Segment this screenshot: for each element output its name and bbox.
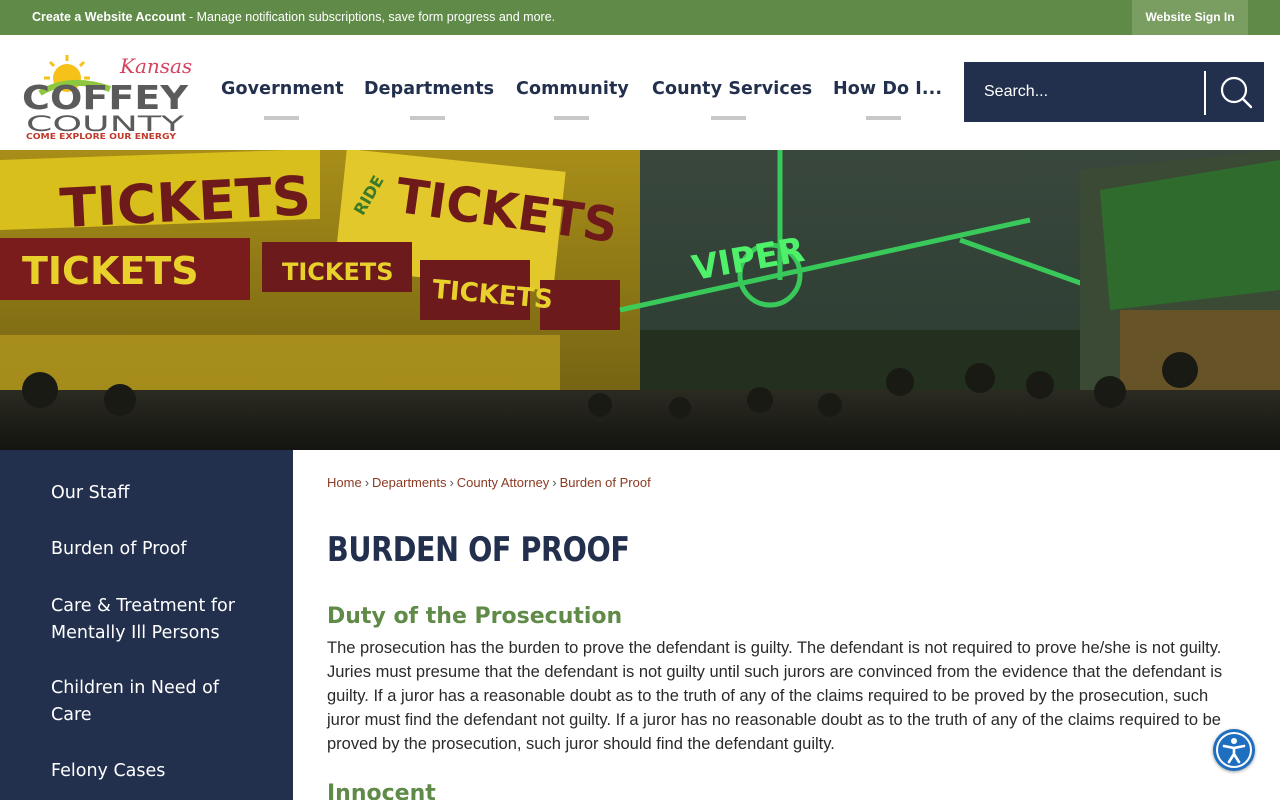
breadcrumb-separator: › [364,475,370,490]
site-header: Kansas COFFEY COUNTY COME EXPLORE OUR EN… [0,35,1280,150]
sidebar-item-care-treatment[interactable]: Care & Treatment for Mentally Ill Person… [51,593,261,647]
logo-state: Kansas [119,54,192,78]
nav-departments[interactable]: Departments [364,79,494,99]
logo-tagline: COME EXPLORE OUR ENERGY [26,132,177,141]
nav-underline-county-services [711,116,746,120]
nav-county-services[interactable]: County Services [652,79,812,99]
coffey-county-logo[interactable]: Kansas COFFEY COUNTY COME EXPLORE OUR EN… [20,45,192,141]
nav-how-do-i[interactable]: How Do I... [833,79,942,99]
sidebar-item-burden-of-proof[interactable]: Burden of Proof [51,536,261,563]
search-icon [1220,76,1253,109]
accessibility-icon [1216,732,1252,768]
website-sign-in-button[interactable]: Website Sign In [1132,0,1248,35]
nav-underline-departments [410,116,445,120]
banner-sign-3: TICKETS [22,249,199,293]
breadcrumb-separator: › [449,475,454,490]
search-button[interactable] [1209,62,1264,122]
section-body-duty: The prosecution has the burden to prove … [327,639,1223,753]
account-message-text: - Manage notification subscriptions, sav… [185,10,556,24]
main-content: Home › Departments › County Attorney › Burden … [293,450,1280,800]
page-title: BURDEN OF PROOF [327,530,630,570]
banner-sign-1: TICKETS [58,164,312,240]
section-heading-innocent: Innocent [327,781,436,800]
sidebar-item-children-in-need[interactable]: Children in Need of Care [51,675,261,729]
breadcrumb-departments[interactable]: Departments [372,475,446,490]
search-divider [1204,71,1206,115]
sidebar-item-felony-cases[interactable]: Felony Cases [51,758,261,785]
breadcrumb-separator: › [552,475,557,490]
hero-banner-image: TICKETS TICKETS TICKETS TICKETS TICKETS … [0,150,1280,450]
top-notification-bar: Create a Website Account - Manage notifi… [0,0,1280,35]
nav-underline-government [264,116,299,120]
section-heading-duty: Duty of the Prosecution [327,604,623,629]
nav-underline-how-do-i [866,116,901,120]
banner-sign-4: TICKETS [282,258,394,286]
nav-government[interactable]: Government [221,79,344,99]
breadcrumb-burden-of-proof[interactable]: Burden of Proof [560,475,651,490]
account-message: Create a Website Account - Manage notifi… [32,0,555,35]
nav-underline-community [554,116,589,120]
breadcrumb-home[interactable]: Home [327,475,362,490]
create-account-link[interactable]: Create a Website Account [32,10,186,24]
sidebar-navigation: Our Staff Burden of Proof Care & Treatme… [0,450,293,800]
breadcrumb: Home › Departments › County Attorney › Burden … [327,475,651,490]
accessibility-button[interactable] [1213,729,1255,771]
search-box [964,62,1264,122]
nav-community[interactable]: Community [516,79,629,99]
sidebar-item-our-staff[interactable]: Our Staff [51,480,261,507]
breadcrumb-county-attorney[interactable]: County Attorney [457,475,550,490]
search-input[interactable] [964,62,1204,122]
